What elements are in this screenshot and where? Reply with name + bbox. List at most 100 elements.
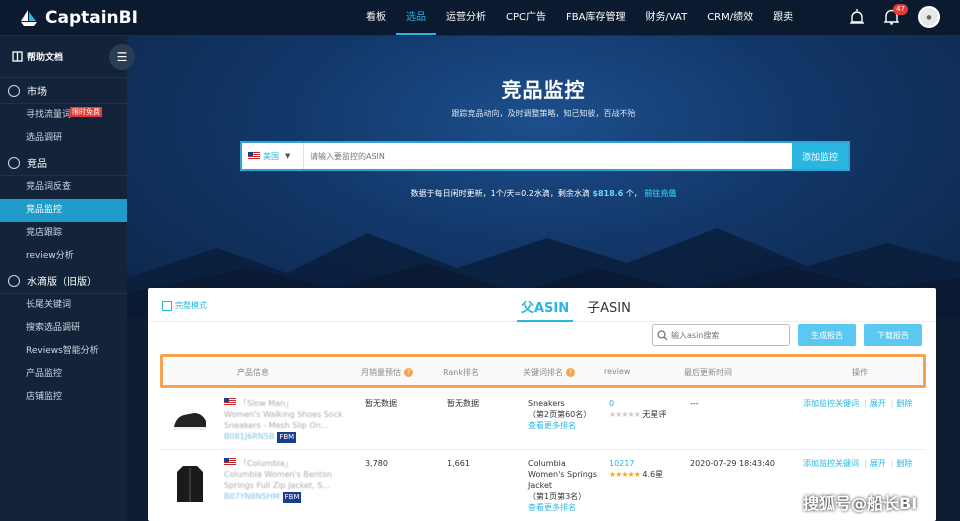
sidebar-section-0[interactable]: 市场 bbox=[0, 78, 127, 104]
section-label: 水滴版（旧版） bbox=[27, 277, 97, 288]
section-label: 竞品 bbox=[27, 159, 47, 170]
section-icon bbox=[8, 274, 20, 287]
product-brand: 「Columbia」 bbox=[239, 459, 293, 468]
book-icon bbox=[12, 51, 23, 62]
col-last-updated: 最后更新时间 bbox=[684, 368, 732, 377]
asin-input[interactable] bbox=[304, 143, 792, 169]
delete-link[interactable]: 删除 bbox=[896, 459, 912, 468]
sidebar-item[interactable]: 选品调研 bbox=[0, 127, 127, 150]
sidebar-item[interactable]: 搜索选品调研 bbox=[0, 317, 127, 340]
sidebar-item[interactable]: review分析 bbox=[0, 245, 127, 268]
sidebar-item-label: Reviews智能分析 bbox=[26, 346, 99, 356]
product-asin[interactable]: B081J6RN5B bbox=[224, 432, 274, 441]
product-title[interactable]: Columbia Women's Benton Springs Full Zip… bbox=[224, 469, 354, 491]
note-prefix: 数据于每日闲时更新，1个/天=0.2水滴，剩余水滴 bbox=[410, 189, 590, 198]
sidebar-item-label: 选品调研 bbox=[26, 133, 63, 143]
recharge-link[interactable]: 前往充值 bbox=[644, 189, 676, 198]
review-stars: ★★★★★ 无星评 bbox=[609, 409, 691, 420]
bell-icon[interactable]: 47 bbox=[882, 4, 908, 26]
nav-item-1[interactable]: 选品 bbox=[396, 0, 436, 36]
search-icon bbox=[657, 329, 668, 340]
keyword-rank: Sneakers （第2页第60名） 查看更多排名 bbox=[528, 398, 604, 431]
sidebar-item-label: 长尾关键词 bbox=[26, 300, 72, 310]
review-stars: ★★★★★ 4.6星 bbox=[609, 469, 691, 480]
collapse-sidebar-icon[interactable]: ☰ bbox=[109, 44, 135, 70]
logo[interactable]: CaptainBI bbox=[18, 8, 138, 28]
download-report-button[interactable]: 下载报告 bbox=[864, 324, 922, 346]
expand-link[interactable]: 展开 bbox=[870, 459, 886, 468]
add-keyword-link[interactable]: 添加监控关键词 bbox=[803, 459, 859, 468]
review: 10217 ★★★★★ 4.6星 bbox=[609, 458, 691, 480]
nav-item-5[interactable]: 财务/VAT bbox=[635, 0, 697, 36]
alert-lamp-icon[interactable] bbox=[848, 8, 866, 26]
note-unit: 个， bbox=[625, 189, 642, 198]
sidebar-item-label: 寻找流量词 bbox=[26, 110, 72, 120]
sidebar-item[interactable]: 竞品监控 bbox=[0, 199, 127, 222]
keyword: Sneakers bbox=[528, 399, 565, 408]
mode-toggle[interactable]: 完整模式 bbox=[162, 300, 207, 311]
keyword-rank: Columbia Women's Springs Jacket （第1页第3名）查… bbox=[528, 458, 604, 513]
sidebar-section-2[interactable]: 水滴版（旧版） bbox=[0, 268, 127, 294]
add-keyword-link[interactable]: 添加监控关键词 bbox=[803, 399, 859, 408]
country-select[interactable]: 美国 ▼ bbox=[242, 143, 304, 169]
top-icons: 47 ● bbox=[832, 4, 940, 28]
balance-note: 数据于每日闲时更新，1个/天=0.2水滴，剩余水滴 $818.6 个， 前往充值 bbox=[127, 188, 960, 199]
sidebar-sections: 市场 寻找流量词 限时免费 选品调研 竞品 竞品词反查 竞品监控 竞店跟踪 review分析 水滴… bbox=[0, 78, 127, 409]
section-icon bbox=[8, 156, 20, 169]
last-updated: 2020-07-29 18:43:40 bbox=[690, 459, 775, 468]
col-rank: Rank排名 bbox=[443, 368, 479, 377]
watermark: 搜狐号@船长BI bbox=[803, 494, 918, 513]
us-flag-icon bbox=[248, 152, 260, 160]
asin-tabs: 父ASIN 子ASIN bbox=[517, 297, 645, 322]
free-tag: 限时免费 bbox=[70, 107, 102, 117]
nav-item-6[interactable]: CRM/绩效 bbox=[697, 0, 763, 36]
sidebar-item-label: 竞店跟踪 bbox=[26, 228, 63, 238]
sidebar-item[interactable]: 竞店跟踪 bbox=[0, 222, 127, 245]
nav-item-4[interactable]: FBA库存管理 bbox=[556, 0, 635, 36]
fulfillment-badge: FBM bbox=[277, 432, 297, 443]
nav-item-7[interactable]: 跟卖 bbox=[763, 0, 803, 36]
avatar[interactable]: ● bbox=[918, 6, 940, 28]
monthly-sales: 暂无数据 bbox=[365, 399, 397, 408]
nav-item-2[interactable]: 运营分析 bbox=[436, 0, 496, 36]
help-label: 帮助文档 bbox=[27, 53, 64, 63]
sidebar-item-label: review分析 bbox=[26, 251, 74, 261]
tab-parent-asin[interactable]: 父ASIN bbox=[517, 297, 574, 322]
asin-filter-input[interactable] bbox=[671, 330, 781, 340]
sidebar-item[interactable]: 竞品词反查 bbox=[0, 176, 127, 199]
product-asin[interactable]: B07YN8NSHM bbox=[224, 492, 280, 501]
sidebar-item-label: 搜索选品调研 bbox=[26, 323, 81, 333]
section-icon bbox=[8, 84, 20, 97]
product-title[interactable]: Women's Walking Shoes Sock Sneakers - Me… bbox=[224, 409, 354, 431]
nav-item-0[interactable]: 看板 bbox=[356, 0, 396, 36]
more-rank-link[interactable]: 查看更多排名 bbox=[528, 502, 604, 513]
add-monitor-button[interactable]: 添加监控 bbox=[792, 143, 848, 169]
review-count[interactable]: 10217 bbox=[609, 458, 691, 469]
sidebar-item[interactable]: 长尾关键词 bbox=[0, 294, 127, 317]
generate-report-button[interactable]: 生成报告 bbox=[798, 324, 856, 346]
review-text: 4.6星 bbox=[642, 470, 664, 479]
app-root: CaptainBI 看板 选品 运营分析 CPC广告 FBA库存管理 财务/VAT CRM/… bbox=[0, 0, 960, 521]
sidebar-item[interactable]: 店铺监控 bbox=[0, 386, 127, 409]
help-docs[interactable]: 帮助文档 bbox=[0, 36, 127, 78]
balance-value: $818.6 bbox=[592, 189, 624, 198]
mode-label: 完整模式 bbox=[175, 301, 207, 310]
help-icon: ? bbox=[566, 368, 575, 377]
sidebar-item[interactable]: Reviews智能分析 bbox=[0, 340, 127, 363]
more-rank-link[interactable]: 查看更多排名 bbox=[528, 420, 604, 431]
tab-child-asin[interactable]: 子ASIN bbox=[583, 297, 635, 322]
rank: 暂无数据 bbox=[447, 399, 479, 408]
sidebar-section-1[interactable]: 竞品 bbox=[0, 150, 127, 176]
product-info: 「Columbia」 Columbia Women's Benton Spring… bbox=[224, 458, 354, 503]
product-image[interactable] bbox=[170, 400, 210, 440]
product-image[interactable] bbox=[170, 464, 210, 504]
help-icon: ? bbox=[404, 368, 413, 377]
nav-item-3[interactable]: CPC广告 bbox=[496, 0, 556, 36]
review-count[interactable]: 0 bbox=[609, 398, 691, 409]
sidebar-item[interactable]: 寻找流量词 限时免费 bbox=[0, 104, 127, 127]
col-review: review bbox=[604, 367, 631, 376]
expand-link[interactable]: 展开 bbox=[870, 399, 886, 408]
delete-link[interactable]: 删除 bbox=[896, 399, 912, 408]
us-flag-icon bbox=[224, 398, 236, 406]
sidebar-item[interactable]: 产品监控 bbox=[0, 363, 127, 386]
